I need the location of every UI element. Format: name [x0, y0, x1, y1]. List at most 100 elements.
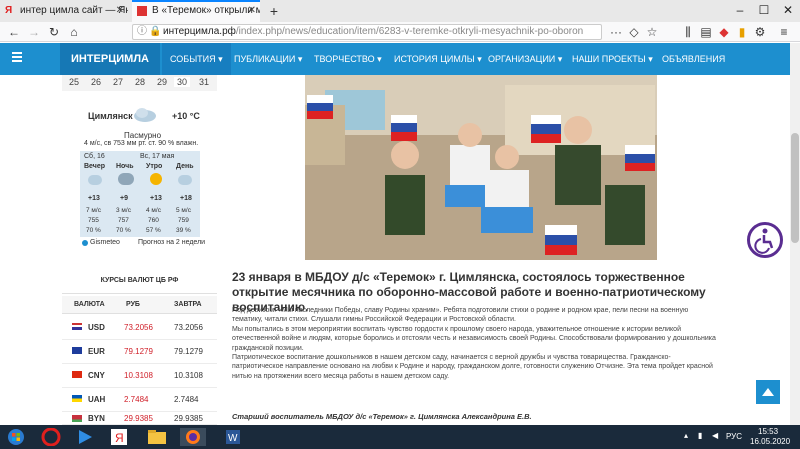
article-paragraph: Патриотическое воспитание дошкольников в… — [232, 354, 713, 380]
forward-arrow-icon[interactable]: → — [26, 24, 42, 40]
forecast-table: Сб, 16 Вс, 17 мая Вечер Ночь Утро День +… — [80, 151, 200, 237]
language-indicator[interactable]: РУС — [726, 432, 742, 441]
clock-time[interactable]: 15:53 — [758, 427, 778, 436]
currency-row-cny: CNY 10.3108 10.3108 — [62, 364, 217, 388]
menu-item-publications[interactable]: ПУБЛИКАЦИИ ▾ — [234, 43, 302, 75]
reload-icon[interactable]: ↻ — [46, 24, 62, 40]
ua-flag-icon — [72, 395, 82, 402]
article-photo-image — [305, 75, 657, 260]
cn-flag-icon — [72, 371, 82, 378]
menu-item-creativity[interactable]: ТВОРЧЕСТВО ▾ — [314, 43, 382, 75]
forecast-2weeks-link[interactable]: Прогноз на 2 недели — [138, 239, 205, 246]
currency-row-byn: BYN 29.9385 29.9385 — [62, 412, 217, 425]
sidebar-icon[interactable]: ▤ — [698, 24, 714, 40]
currency-title: КУРСЫ ВАЛЮТ ЦБ РФ — [62, 268, 217, 294]
calendar-day[interactable]: 25 — [66, 77, 82, 87]
extension-icon-2[interactable]: ▮ — [734, 24, 750, 40]
calendar-day[interactable]: 29 — [154, 77, 170, 87]
page-actions-icon[interactable]: ··· — [608, 24, 624, 40]
close-window-button[interactable]: ✕ — [776, 0, 800, 22]
home-icon[interactable]: ⌂ — [66, 24, 82, 40]
article-signature: Старший воспитатель МБДОУ д/с «Теремок» … — [232, 412, 532, 421]
windows-taskbar: Я W ▴ ▮ ◀ РУС 15:53 16.05.2020 — [0, 425, 800, 449]
calendar-week-row: 25 26 27 28 29 30 31 — [62, 75, 217, 91]
scrollbar-thumb[interactable] — [791, 133, 799, 243]
calendar-day[interactable]: 28 — [132, 77, 148, 87]
weather-city: Цимлянск — [88, 111, 133, 121]
network-icon[interactable]: ▮ — [698, 431, 702, 440]
gismeteo-logo-icon — [82, 240, 88, 246]
menu-item-announcements[interactable]: ОБЪЯВЛЕНИЯ — [662, 43, 725, 75]
minimize-button[interactable]: – — [728, 0, 752, 22]
hamburger-menu-icon[interactable]: ≡ — [776, 24, 792, 40]
scroll-to-top-button[interactable] — [756, 380, 780, 404]
calendar-day[interactable]: 31 — [196, 77, 212, 87]
close-icon[interactable]: ✕ — [116, 0, 124, 22]
bookmark-star-icon[interactable]: ☆ — [644, 24, 660, 40]
back-arrow-icon[interactable]: ← — [6, 24, 22, 40]
weather-widget: Цимлянск +10 °C Пасмурно 4 м/с, св 753 м… — [62, 95, 217, 255]
page-scrollbar[interactable] — [790, 43, 800, 425]
tab-yandex-search[interactable]: Я интер цимла сайт — Яндекс: ✕ — [0, 0, 128, 22]
yandex-browser-taskbar-icon[interactable]: Я — [106, 428, 132, 446]
opera-taskbar-icon[interactable] — [38, 427, 64, 447]
menu-icon[interactable] — [12, 52, 22, 54]
file-explorer-taskbar-icon[interactable] — [144, 428, 170, 446]
calendar-day[interactable]: 26 — [88, 77, 104, 87]
browser-nav-bar: ← → ↻ ⌂ ⓘ 🔒 интерцимла.рф/index.php/news… — [0, 22, 800, 42]
calendar-day[interactable]: 30 — [174, 77, 190, 87]
forecast-day1: Сб, 16 — [84, 153, 105, 160]
menu-item-projects[interactable]: НАШИ ПРОЕКТЫ ▾ — [572, 43, 653, 75]
article-paragraph: Мы попытались в этом мероприятии воспита… — [232, 325, 716, 352]
menu-item-events[interactable]: СОБЫТИЯ ▾ — [162, 43, 231, 75]
svg-text:W: W — [228, 433, 238, 444]
article-photo — [305, 75, 657, 260]
currency-row-uah: UAH 2.7484 2.7484 — [62, 388, 217, 412]
forecast-period: Утро — [146, 163, 163, 170]
cloud-sun-icon — [178, 175, 192, 185]
calendar-day[interactable]: 27 — [110, 77, 126, 87]
site-logo[interactable]: ИНТЕРЦИМЛА — [60, 43, 160, 75]
currency-row-usd: USD 73.2056 73.2056 — [62, 316, 217, 340]
extension-icon-3[interactable]: ⚙ — [752, 24, 768, 40]
firefox-taskbar-icon[interactable] — [180, 428, 206, 446]
clock-date[interactable]: 16.05.2020 — [750, 437, 790, 446]
volume-icon[interactable]: ◀ — [712, 431, 718, 440]
pocket-icon[interactable]: ◇ — [626, 24, 642, 40]
wheelchair-icon — [754, 228, 774, 254]
accessibility-button[interactable] — [747, 222, 783, 258]
tray-overflow-icon[interactable]: ▴ — [684, 431, 688, 440]
weather-provider-link[interactable]: Gismeteo — [90, 239, 120, 246]
svg-text:Я: Я — [115, 431, 124, 445]
sun-icon — [150, 173, 162, 185]
windows-logo-icon — [8, 429, 24, 445]
weather-details: 4 м/с, св 753 мм рт. ст. 90 % влажн. — [84, 140, 199, 147]
forecast-period: Ночь — [116, 163, 134, 170]
arrow-up-icon — [762, 388, 774, 396]
tab-teremok-article[interactable]: В «Теремок» открыли месячни ✕ — [132, 0, 260, 22]
cloud-moon-icon — [88, 175, 102, 185]
currency-table-header: ВАЛЮТА РУБ ЗАВТРА — [62, 296, 217, 314]
start-button[interactable] — [4, 428, 28, 446]
site-header: ИНТЕРЦИМЛА СОБЫТИЯ ▾ ПУБЛИКАЦИИ ▾ ТВОРЧЕ… — [0, 43, 800, 75]
forecast-period: День — [176, 163, 194, 170]
article-paragraph: Под девизом: «Мы наследники Победы, слав… — [232, 307, 689, 324]
weather-condition: Пасмурно — [124, 131, 162, 140]
weather-temp: +10 °C — [172, 111, 200, 121]
media-player-taskbar-icon[interactable] — [72, 428, 98, 446]
url-bar[interactable]: ⓘ 🔒 интерцимла.рф/index.php/news/educati… — [132, 24, 602, 40]
forecast-period: Вечер — [84, 163, 106, 170]
new-tab-button[interactable]: + — [264, 0, 284, 22]
maximize-button[interactable]: ☐ — [752, 0, 776, 22]
library-icon[interactable]: ⫼ — [680, 24, 696, 40]
url-host: интерцимла.рф — [163, 26, 236, 37]
lock-icon: 🔒 — [149, 26, 162, 37]
extension-icon[interactable]: ◆ — [716, 24, 732, 40]
system-tray: ▴ ▮ ◀ РУС 15:53 16.05.2020 — [680, 425, 800, 449]
close-icon[interactable]: ✕ — [248, 2, 256, 20]
yandex-favicon-icon: Я — [5, 5, 13, 16]
menu-item-history[interactable]: ИСТОРИЯ ЦИМЛЫ ▾ — [394, 43, 482, 75]
by-flag-icon — [72, 415, 82, 422]
menu-item-organizations[interactable]: ОРГАНИЗАЦИИ ▾ — [488, 43, 562, 75]
word-taskbar-icon[interactable]: W — [220, 428, 246, 446]
